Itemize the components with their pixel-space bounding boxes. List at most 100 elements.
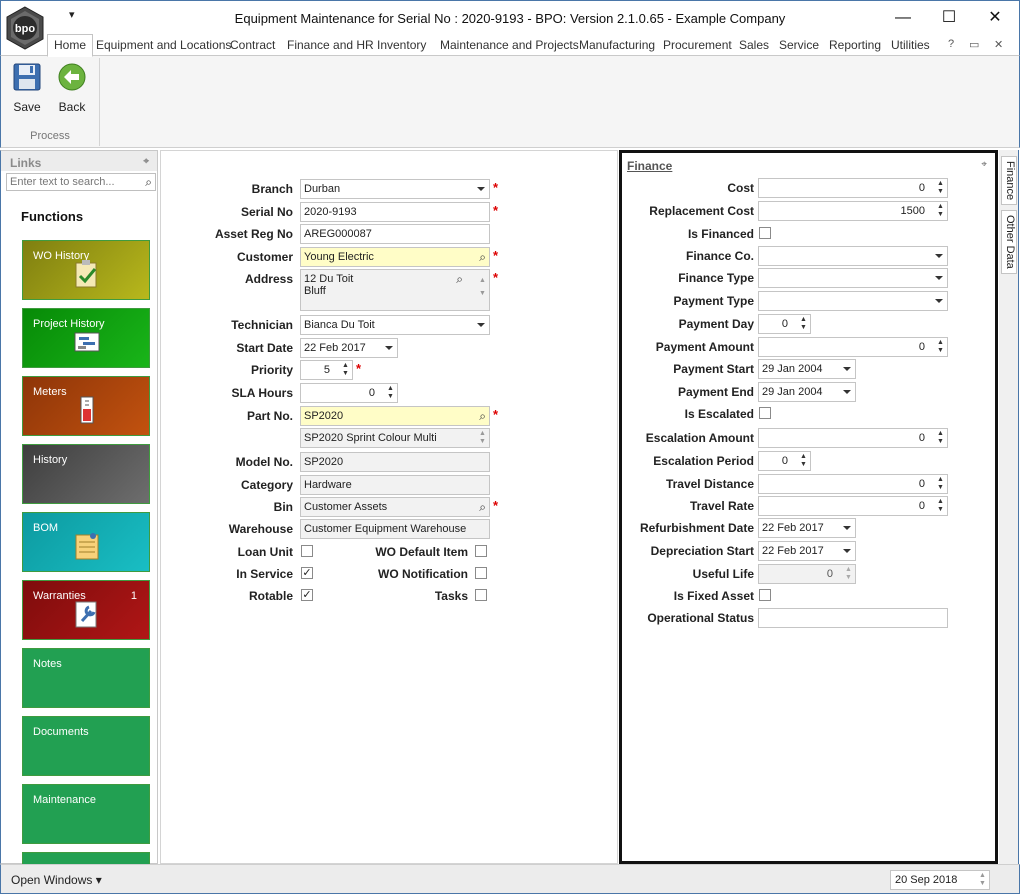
- back-button[interactable]: Back: [52, 62, 92, 114]
- bpo-logo[interactable]: bpo: [4, 5, 46, 51]
- refurbishment-date-picker[interactable]: 22 Feb 2017: [758, 518, 856, 538]
- required-marker: *: [493, 248, 499, 263]
- spin-arrows-icon[interactable]: ▲ ▼: [936, 203, 945, 219]
- tile-wo-history[interactable]: WO History: [22, 240, 150, 300]
- finance-co-select[interactable]: [758, 246, 948, 266]
- asset-reg-no-field[interactable]: AREG000087: [300, 224, 490, 244]
- pin-icon[interactable]: ⌖: [143, 156, 149, 167]
- serial-no-field[interactable]: 2020-9193: [300, 202, 490, 222]
- travel-rate-stepper[interactable]: 0 ▲ ▼: [758, 496, 948, 516]
- operational-status-field[interactable]: [758, 608, 948, 628]
- payment-day-stepper[interactable]: 0 ▲ ▼: [758, 314, 811, 334]
- tile-bom[interactable]: BOM: [22, 512, 150, 572]
- tab-equipment-and-locations[interactable]: Equipment and Locations: [96, 38, 231, 52]
- spin-arrows-icon[interactable]: ▲ ▼: [341, 362, 350, 378]
- side-tab-other-data[interactable]: Other Data: [1001, 210, 1017, 274]
- tab-sales[interactable]: Sales: [739, 38, 769, 52]
- tile-project-history[interactable]: Project History: [22, 308, 150, 368]
- in-service-checkbox[interactable]: ✓: [301, 567, 313, 579]
- restore-icon[interactable]: ▭: [969, 38, 979, 51]
- spin-arrows-icon[interactable]: ▲ ▼: [978, 872, 987, 888]
- is-escalated-checkbox[interactable]: [759, 407, 771, 419]
- travel-rate-label: Travel Rate: [689, 499, 754, 513]
- help-icon[interactable]: ?: [948, 38, 954, 50]
- close-document-icon[interactable]: ✕: [994, 38, 1003, 51]
- spin-arrows-icon[interactable]: ▲ ▼: [799, 453, 808, 469]
- address-scrollbar[interactable]: ▲ ▼: [478, 274, 487, 304]
- is-fixed-asset-checkbox[interactable]: [759, 589, 771, 601]
- pin-icon[interactable]: ⌖: [981, 159, 987, 170]
- search-icon[interactable]: ⌕: [145, 175, 152, 190]
- maximize-button[interactable]: ☐: [929, 5, 969, 31]
- spin-arrows-icon[interactable]: ▲ ▼: [936, 180, 945, 196]
- tab-utilities[interactable]: Utilities: [891, 38, 930, 52]
- tab-inventory[interactable]: Inventory: [377, 38, 426, 52]
- model-no-label: Model No.: [235, 455, 293, 469]
- depreciation-start-picker[interactable]: 22 Feb 2017: [758, 541, 856, 561]
- description-scrollbar[interactable]: ▲ ▼: [478, 430, 487, 446]
- search-icon[interactable]: ⌕: [456, 273, 463, 285]
- tile-maintenance[interactable]: Maintenance: [22, 784, 150, 844]
- spin-arrows-icon[interactable]: ▲ ▼: [936, 476, 945, 492]
- escalation-period-stepper[interactable]: 0 ▲ ▼: [758, 451, 811, 471]
- payment-type-select[interactable]: [758, 291, 948, 311]
- payment-start-picker[interactable]: 29 Jan 2004: [758, 359, 856, 379]
- part-no-lookup[interactable]: SP2020 ⌕: [300, 406, 490, 426]
- cost-stepper[interactable]: 0 ▲ ▼: [758, 178, 948, 198]
- tasks-checkbox[interactable]: [475, 589, 487, 601]
- start-date-picker[interactable]: 22 Feb 2017: [300, 338, 398, 358]
- search-icon[interactable]: ⌕: [479, 500, 486, 515]
- customer-lookup[interactable]: Young Electric ⌕: [300, 247, 490, 267]
- escalation-amount-stepper[interactable]: 0 ▲ ▼: [758, 428, 948, 448]
- is-financed-checkbox[interactable]: [759, 227, 771, 239]
- tab-finance-and-hr[interactable]: Finance and HR: [287, 38, 374, 52]
- rotable-checkbox[interactable]: ✓: [301, 589, 313, 601]
- spin-arrows-icon[interactable]: ▲ ▼: [936, 430, 945, 446]
- tab-contract[interactable]: Contract: [230, 38, 275, 52]
- wo-default-item-checkbox[interactable]: [475, 545, 487, 557]
- spin-arrows-icon[interactable]: ▲ ▼: [936, 339, 945, 355]
- finance-type-select[interactable]: [758, 268, 948, 288]
- loan-unit-checkbox[interactable]: [301, 545, 313, 557]
- tab-home[interactable]: Home: [47, 34, 94, 57]
- open-windows-menu[interactable]: Open Windows ▾: [11, 873, 102, 887]
- priority-stepper[interactable]: 5 ▲ ▼: [300, 360, 353, 380]
- tab-maintenance-and-projects[interactable]: Maintenance and Projects: [440, 38, 579, 52]
- sla-hours-stepper[interactable]: 0 ▲ ▼: [300, 383, 398, 403]
- branch-select[interactable]: Durban: [300, 179, 490, 199]
- spin-arrows-icon[interactable]: ▲ ▼: [386, 385, 395, 401]
- search-icon[interactable]: ⌕: [479, 250, 486, 265]
- wo-notification-checkbox[interactable]: [475, 567, 487, 579]
- tab-reporting[interactable]: Reporting: [829, 38, 881, 52]
- tab-manufacturing[interactable]: Manufacturing: [579, 38, 655, 52]
- tile-meters[interactable]: Meters: [22, 376, 150, 436]
- close-button[interactable]: ✕: [975, 5, 1015, 31]
- bin-lookup[interactable]: Customer Assets ⌕: [300, 497, 490, 517]
- payment-amount-stepper[interactable]: 0 ▲ ▼: [758, 337, 948, 357]
- replacement-cost-stepper[interactable]: 1500 ▲ ▼: [758, 201, 948, 221]
- wo-notification-label: WO Notification: [378, 567, 468, 581]
- links-search-input[interactable]: Enter text to search... ⌕: [6, 173, 156, 191]
- search-icon[interactable]: ⌕: [479, 409, 486, 424]
- tile-history[interactable]: History: [22, 444, 150, 504]
- window-title: Equipment Maintenance for Serial No : 20…: [234, 11, 786, 26]
- status-date-field[interactable]: 20 Sep 2018 ▲ ▼: [890, 870, 990, 890]
- functions-heading: Functions: [21, 209, 84, 224]
- tile-warranties[interactable]: Warranties 1: [22, 580, 150, 640]
- part-description-field[interactable]: SP2020 Sprint Colour Multi ▲ ▼: [300, 428, 490, 448]
- address-field[interactable]: 12 Du Toit Bluff ⌕ ▲ ▼: [300, 269, 490, 311]
- tab-procurement[interactable]: Procurement: [663, 38, 732, 52]
- spin-arrows-icon[interactable]: ▲ ▼: [799, 316, 808, 332]
- save-button[interactable]: Save: [7, 62, 47, 114]
- minimize-button[interactable]: —: [883, 5, 923, 31]
- tile-documents[interactable]: Documents: [22, 716, 150, 776]
- tab-service[interactable]: Service: [779, 38, 819, 52]
- tile-notes[interactable]: Notes: [22, 648, 150, 708]
- asset-reg-no-label: Asset Reg No: [214, 227, 293, 241]
- payment-end-picker[interactable]: 29 Jan 2004: [758, 382, 856, 402]
- technician-select[interactable]: Bianca Du Toit: [300, 315, 490, 335]
- travel-distance-stepper[interactable]: 0 ▲ ▼: [758, 474, 948, 494]
- side-tab-finance[interactable]: Finance: [1001, 156, 1017, 206]
- is-escalated-label: Is Escalated: [684, 407, 754, 421]
- spin-arrows-icon[interactable]: ▲ ▼: [936, 498, 945, 514]
